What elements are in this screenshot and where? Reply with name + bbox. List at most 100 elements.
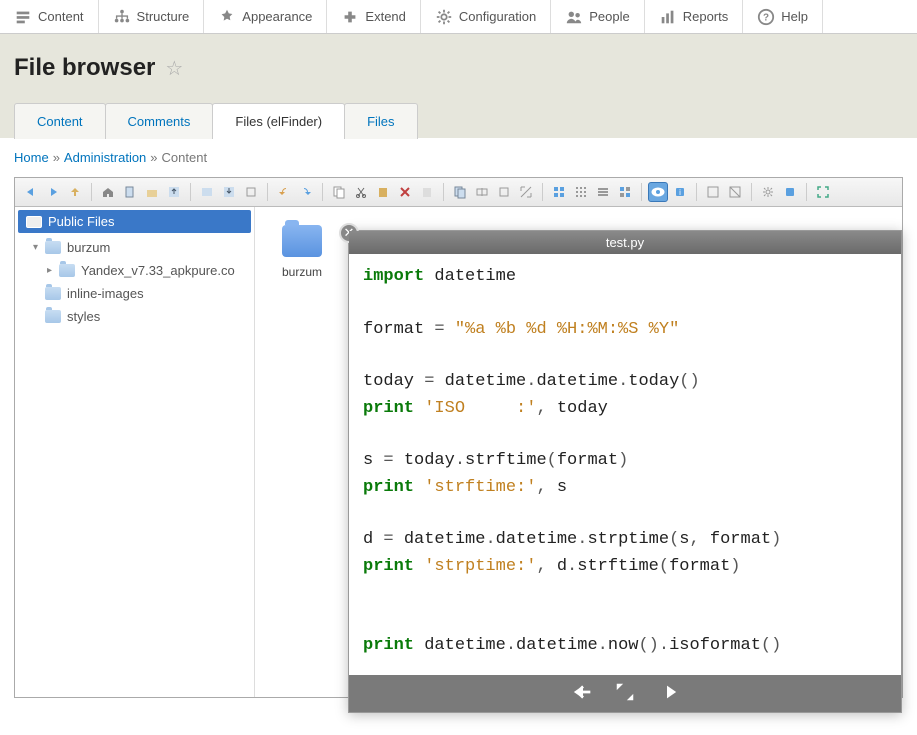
tab-content[interactable]: Content [14, 103, 106, 139]
admin-menu-label: Help [781, 9, 808, 24]
admin-menu-label: Content [38, 9, 84, 24]
folder-item-burzum[interactable]: burzum [267, 225, 337, 279]
tab-files-elfinder-[interactable]: Files (elFinder) [212, 103, 345, 139]
preview-dialog: ✕ test.py import datetime format = "%a %… [348, 230, 902, 713]
toolbar-duplicate-button[interactable] [450, 182, 470, 202]
fullscreen-icon [816, 185, 830, 199]
preview-nav [349, 675, 901, 712]
toolbar-icons-small-button[interactable] [571, 182, 591, 202]
toolbar-preview-button[interactable] [648, 182, 668, 202]
people-icon [565, 8, 583, 26]
select-all-icon [706, 185, 720, 199]
nav-item-burzum[interactable]: ▾burzum [15, 236, 254, 259]
admin-menu-label: Appearance [242, 9, 312, 24]
preview-next-button[interactable] [653, 681, 681, 706]
nav-item-inline-images[interactable]: inline-images [15, 282, 254, 305]
toolbar-edit-button[interactable] [494, 182, 514, 202]
admin-menu-extend[interactable]: Extend [327, 0, 420, 33]
nav-item-label: styles [67, 309, 100, 324]
toolbar-forward-button[interactable] [43, 182, 63, 202]
admin-menu-reports[interactable]: Reports [645, 0, 744, 33]
toolbar-getfile-button[interactable] [241, 182, 261, 202]
breadcrumb-home[interactable]: Home [14, 150, 49, 165]
duplicate-icon [453, 185, 467, 199]
nav-root-public-files[interactable]: Public Files [18, 210, 251, 233]
nav-item-yandex-v7-33-apkpure-co[interactable]: ▸Yandex_v7.33_apkpure.co [15, 259, 254, 282]
folder-icon [45, 287, 61, 300]
structure-icon [113, 8, 131, 26]
toolbar-home-button[interactable] [98, 182, 118, 202]
folder-icon [59, 264, 75, 277]
toolbar-sort-button[interactable] [615, 182, 635, 202]
admin-menu-label: Reports [683, 9, 729, 24]
toolbar-resize-button[interactable] [516, 182, 536, 202]
preview-title: test.py [349, 231, 901, 254]
toolbar-separator [267, 183, 268, 201]
toolbar-empty-button[interactable] [417, 182, 437, 202]
admin-menu-content[interactable]: Content [0, 0, 99, 33]
empty-icon [420, 185, 434, 199]
toolbar-new-file-button[interactable] [120, 182, 140, 202]
breadcrumb-content[interactable]: Content [162, 150, 208, 165]
tab-comments[interactable]: Comments [105, 103, 214, 139]
admin-menu-label: People [589, 9, 629, 24]
toolbar-separator [641, 183, 642, 201]
svg-text:i: i [679, 188, 681, 197]
toolbar-separator [806, 183, 807, 201]
upload-icon [167, 185, 181, 199]
admin-menu-structure[interactable]: Structure [99, 0, 205, 33]
help-icon: ? [757, 8, 775, 26]
preview-icon [651, 185, 665, 199]
toolbar-cut-button[interactable] [351, 182, 371, 202]
admin-menu-appearance[interactable]: Appearance [204, 0, 327, 33]
page-title: File browser [14, 54, 155, 82]
toolbar-download-button[interactable] [219, 182, 239, 202]
preview-fullscreen-button[interactable] [611, 681, 639, 706]
toolbar-up-button[interactable] [65, 182, 85, 202]
breadcrumb-administration[interactable]: Administration [64, 150, 146, 165]
select-none-icon [728, 185, 742, 199]
toolbar-new-folder-button[interactable] [142, 182, 162, 202]
toolbar-open-button[interactable] [197, 182, 217, 202]
edit-icon [497, 185, 511, 199]
tab-files[interactable]: Files [344, 103, 417, 139]
favorite-star-icon[interactable]: ☆ [165, 56, 183, 81]
toolbar-copy-button[interactable] [329, 182, 349, 202]
undo-icon [277, 185, 291, 199]
toolbar-back-button[interactable] [21, 182, 41, 202]
toolbar-info-button[interactable]: i [670, 182, 690, 202]
folder-icon [45, 241, 61, 254]
toolbar-list-button[interactable] [593, 182, 613, 202]
toolbar-redo-button[interactable] [296, 182, 316, 202]
toolbar-fullscreen-button[interactable] [813, 182, 833, 202]
nav-item-styles[interactable]: styles [15, 305, 254, 328]
admin-menu-people[interactable]: People [551, 0, 644, 33]
toolbar-about-button[interactable] [780, 182, 800, 202]
admin-menu-help[interactable]: ? Help [743, 0, 823, 33]
toolbar-select-none-button[interactable] [725, 182, 745, 202]
icons-small-icon [574, 185, 588, 199]
content-icon [14, 8, 32, 26]
toolbar-delete-button[interactable] [395, 182, 415, 202]
page-tabs: ContentCommentsFiles (elFinder)Files [14, 102, 903, 138]
list-icon [596, 185, 610, 199]
breadcrumb: Home»Administration»Content [0, 138, 917, 177]
toolbar-rename-button[interactable] [472, 182, 492, 202]
page-header: File browser ☆ ContentCommentsFiles (elF… [0, 34, 917, 138]
toolbar-upload-button[interactable] [164, 182, 184, 202]
preview-prev-button[interactable] [569, 681, 597, 706]
info-icon: i [673, 185, 687, 199]
extend-icon [341, 8, 359, 26]
sort-icon [618, 185, 632, 199]
toolbar-settings-button[interactable] [758, 182, 778, 202]
admin-menu-configuration[interactable]: Configuration [421, 0, 551, 33]
reports-icon [659, 8, 677, 26]
toolbar-undo-button[interactable] [274, 182, 294, 202]
appearance-icon [218, 8, 236, 26]
elfinder-nav-tree: Public Files ▾burzum▸Yandex_v7.33_apkpur… [15, 207, 255, 697]
tree-arrow-icon: ▾ [33, 242, 43, 253]
toolbar-icons-large-button[interactable] [549, 182, 569, 202]
toolbar-paste-button[interactable] [373, 182, 393, 202]
toolbar-select-all-button[interactable] [703, 182, 723, 202]
admin-menu-label: Extend [365, 9, 405, 24]
